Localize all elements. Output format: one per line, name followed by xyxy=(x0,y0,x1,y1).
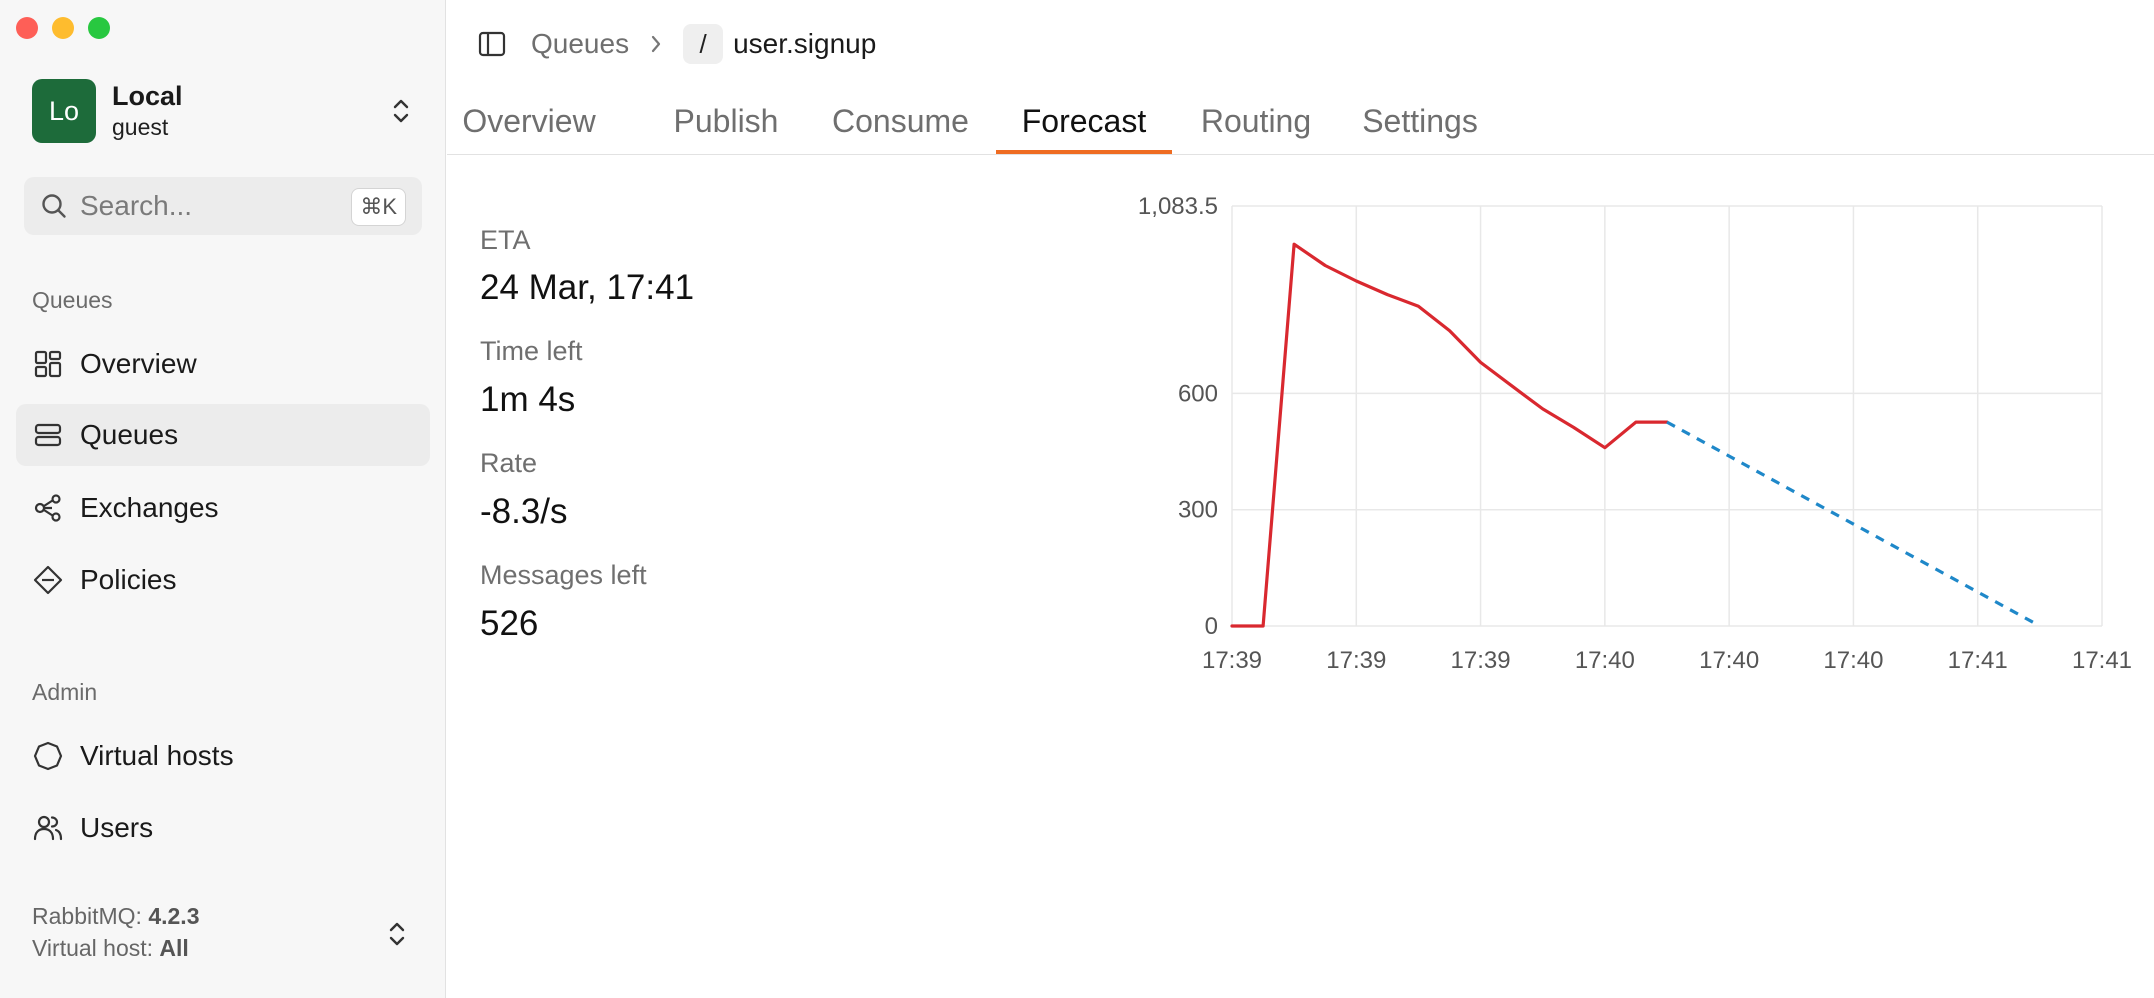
zoom-window-button[interactable] xyxy=(88,17,110,39)
actual-series-line xyxy=(1230,242,1669,628)
sidebar-item-label: Users xyxy=(80,812,154,843)
chevron-right-icon xyxy=(651,35,661,53)
sidebar-item-exchanges[interactable]: Exchanges xyxy=(16,477,430,539)
section-label-admin: Admin xyxy=(32,679,98,705)
sidebar-item-label: Virtual hosts xyxy=(80,740,234,771)
app-window: Lo Local guest Search... ⌘K Queues Overv… xyxy=(0,0,2154,998)
account-switcher[interactable]: Lo Local guest xyxy=(32,79,412,143)
tab-settings[interactable]: Settings xyxy=(1357,96,1483,154)
chevron-updown-icon xyxy=(393,99,409,123)
x-tick-label: 17:40 xyxy=(1823,647,1883,674)
eta-label: ETA xyxy=(480,225,531,255)
sidebar: Lo Local guest Search... ⌘K Queues Overv… xyxy=(0,0,446,998)
vhost-label: Virtual host: xyxy=(32,935,154,961)
rate-label: Rate xyxy=(480,448,538,478)
x-tick-label: 17:39 xyxy=(1202,647,1262,674)
rate-value: -8.3/s xyxy=(480,492,568,531)
sidebar-item-label: Policies xyxy=(80,564,177,595)
tab-overview[interactable]: Overview xyxy=(459,96,599,154)
virtual-hosts-icon xyxy=(33,741,63,771)
tab-bar: Overview Publish Consume Forecast Routin… xyxy=(447,96,2154,155)
messages-left-value: 526 xyxy=(480,604,539,643)
search-shortcut: ⌘K xyxy=(351,188,406,226)
sidebar-item-virtual-hosts[interactable]: Virtual hosts xyxy=(16,725,430,787)
server-info: RabbitMQ: 4.2.3 Virtual host: All xyxy=(32,900,199,964)
main-content: Queues / user.signup Overview Publish Co… xyxy=(447,0,2154,998)
sidebar-item-policies[interactable]: Policies xyxy=(16,549,430,611)
minimize-window-button[interactable] xyxy=(52,17,74,39)
y-tick-label: 300 xyxy=(1178,497,1218,524)
account-user: guest xyxy=(112,114,169,140)
sidebar-item-users[interactable]: Users xyxy=(16,797,430,859)
close-window-button[interactable] xyxy=(16,17,38,39)
tab-routing[interactable]: Routing xyxy=(1198,96,1314,154)
time-left-value: 1m 4s xyxy=(480,380,576,419)
window-controls xyxy=(16,17,110,39)
sidebar-item-queues[interactable]: Queues xyxy=(16,404,430,466)
sidebar-item-label: Overview xyxy=(80,348,197,379)
queues-icon xyxy=(34,423,62,447)
vhost-value: All xyxy=(159,935,189,961)
rabbitmq-version: 4.2.3 xyxy=(148,903,200,929)
breadcrumb-queues-link[interactable]: Queues xyxy=(531,28,629,60)
tab-publish[interactable]: Publish xyxy=(671,96,781,154)
breadcrumb-current: user.signup xyxy=(733,28,877,59)
eta-value: 24 Mar, 17:41 xyxy=(480,268,695,307)
users-icon xyxy=(33,815,63,841)
forecast-chart: 0 300 600 1,083.5 17:39 17:39 17:39 17:40 17:40 1… xyxy=(1138,193,2132,674)
search-icon xyxy=(42,194,66,218)
vhost-chip: / xyxy=(683,24,724,64)
y-tick-label: 600 xyxy=(1178,380,1218,407)
y-tick-label: 1,083.5 xyxy=(1138,193,1218,220)
account-name: Local xyxy=(112,81,183,111)
sidebar-item-overview[interactable]: Overview xyxy=(16,333,430,395)
x-tick-label: 17:39 xyxy=(1326,647,1386,674)
tab-forecast[interactable]: Forecast xyxy=(996,96,1172,154)
x-tick-label: 17:39 xyxy=(1451,647,1511,674)
policies-icon xyxy=(33,565,63,595)
x-tick-label: 17:40 xyxy=(1699,647,1759,674)
x-tick-label: 17:41 xyxy=(1948,647,2008,674)
chevron-updown-icon[interactable] xyxy=(386,918,408,950)
time-left-label: Time left xyxy=(480,336,583,366)
sidebar-toggle-icon[interactable] xyxy=(477,29,507,59)
breadcrumb: Queues / user.signup xyxy=(477,22,876,66)
x-tick-label: 17:40 xyxy=(1575,647,1635,674)
exchanges-icon xyxy=(34,494,61,522)
tab-consume[interactable]: Consume xyxy=(832,96,969,154)
search-placeholder: Search... xyxy=(80,190,193,221)
section-label-queues: Queues xyxy=(32,287,113,313)
grid-icon xyxy=(34,350,62,378)
rabbitmq-label: RabbitMQ: xyxy=(32,903,142,929)
messages-left-label: Messages left xyxy=(480,560,647,590)
search-input[interactable]: Search... ⌘K xyxy=(24,177,422,235)
sidebar-item-label: Exchanges xyxy=(80,492,219,523)
y-tick-label: 0 xyxy=(1205,613,1218,640)
sidebar-item-label: Queues xyxy=(80,419,179,450)
x-tick-label: 17:41 xyxy=(2072,647,2132,674)
avatar: Lo xyxy=(32,79,96,143)
